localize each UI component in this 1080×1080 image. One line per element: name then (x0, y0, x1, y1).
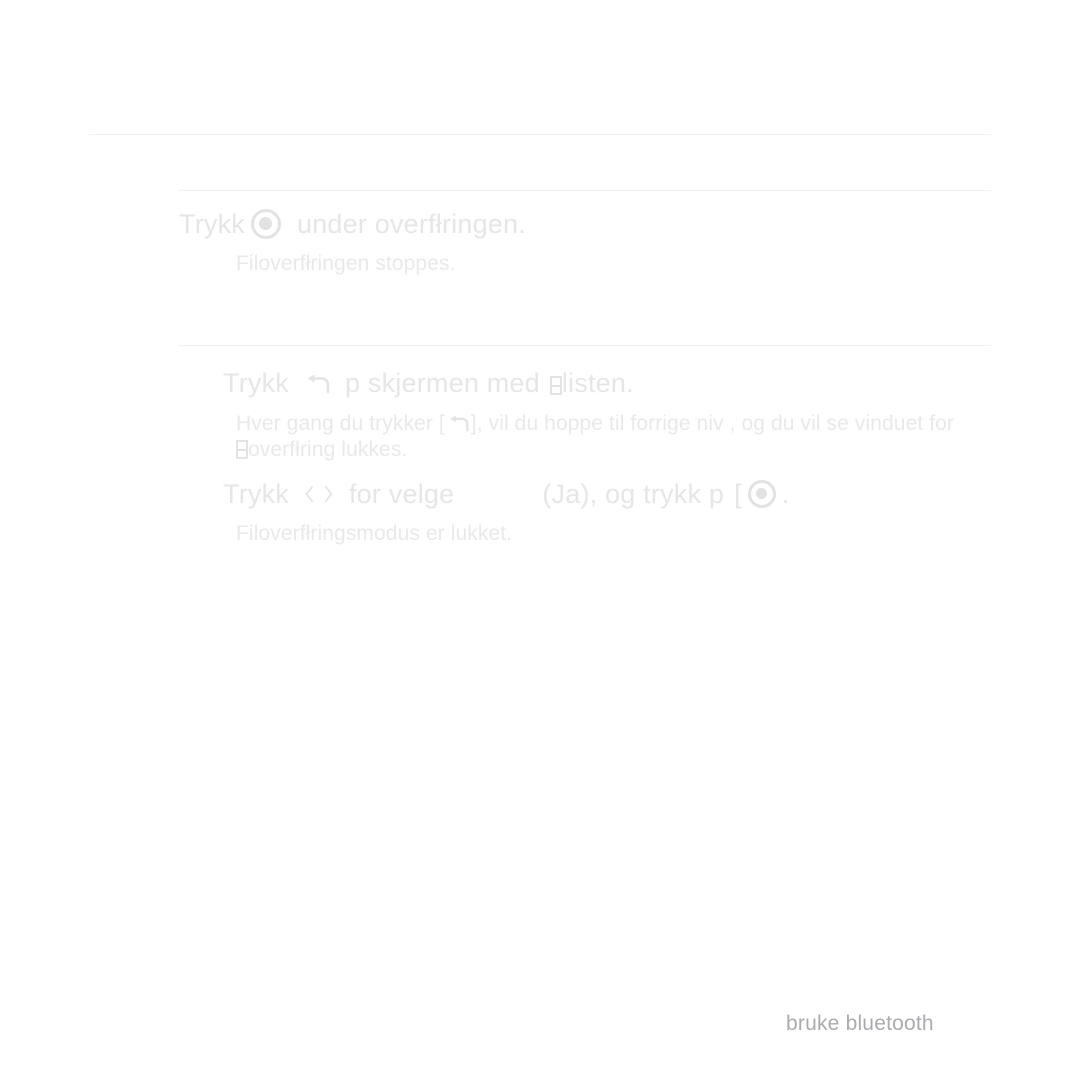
step3-text-mid: for velge (348, 479, 455, 509)
step2-text-before-icon: Trykk (223, 368, 289, 398)
step-stop-transfer-heading: Trykk under overfłringen. (179, 208, 526, 241)
step2-detail-part-b: ], vil du hoppe til forrige niv , og du … (470, 412, 955, 435)
chevron-right-icon (323, 483, 335, 505)
ok-button-icon (747, 479, 776, 508)
back-arrow-icon (447, 414, 469, 433)
trailing-period: . (781, 479, 790, 509)
step-select-yes-detail: Filoverfłringsmodus er lukket. (236, 522, 513, 545)
step1-text-before-icon: Trykk (179, 209, 245, 239)
manual-page: Trykk under overfłringen. Filoverfłringen… (0, 0, 1080, 1080)
ok-button-icon (250, 208, 281, 239)
step2-text-after-icon: p skjermen med (344, 368, 540, 398)
step2-detail-line2: overfłring lukkes. (248, 438, 408, 461)
chevron-left-icon (303, 483, 315, 505)
middle-rule (179, 190, 990, 191)
step-back-screen-heading: Trykk p skjermen med listen. (223, 368, 634, 399)
step2-tail: listen. (561, 368, 634, 398)
step-stop-transfer-detail: Filoverfłringen stoppes. (236, 252, 456, 275)
lower-rule (179, 345, 990, 346)
step-back-screen-detail: Hver gang du trykker [ ], vil du hoppe t… (236, 411, 1026, 463)
step-select-yes-heading: Trykk for velge (Ja), og trykk p [. (223, 479, 790, 510)
top-rule (90, 134, 990, 135)
missing-glyph-box (236, 440, 248, 459)
step1-text-after-icon: under overfłringen. (296, 209, 526, 239)
footer-label: bruke bluetooth (786, 1012, 934, 1035)
step2-detail-part-a: Hver gang du trykker [ (236, 412, 445, 435)
step3-text-before-icon: Trykk (223, 479, 289, 509)
back-arrow-icon (304, 373, 330, 395)
open-bracket: [ (734, 479, 742, 509)
step3-yes-label: (Ja), og trykk p (542, 479, 725, 509)
missing-glyph-box (549, 376, 562, 395)
